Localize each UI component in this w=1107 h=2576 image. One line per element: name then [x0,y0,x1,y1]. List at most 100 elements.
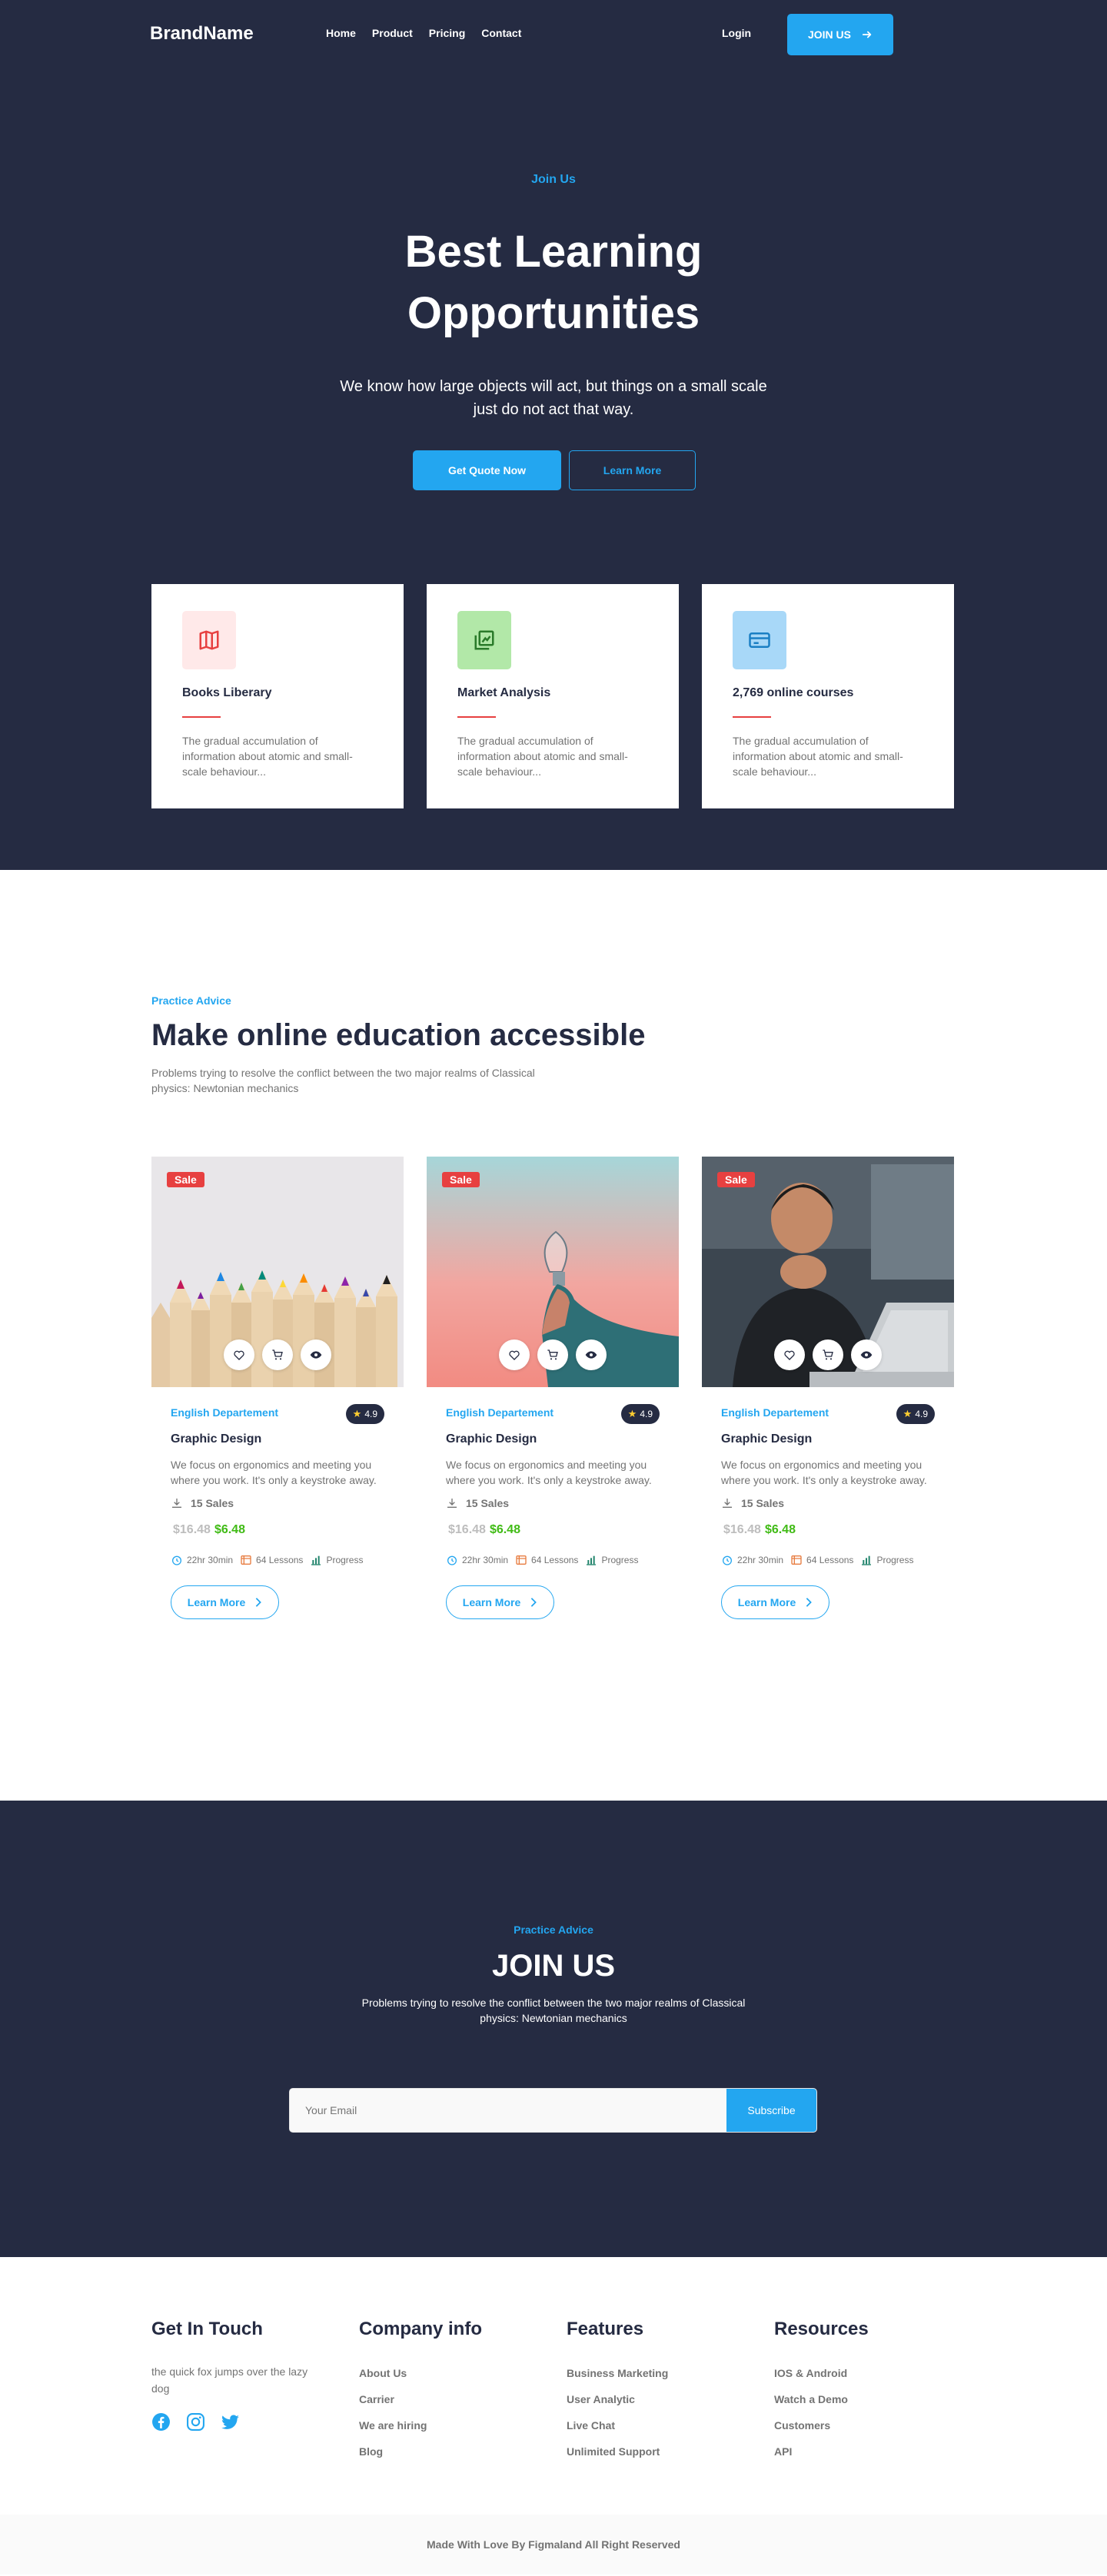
footer-company-column: Company info About Us Carrier We are hir… [359,2319,567,2472]
footer-link[interactable]: Blog [359,2446,567,2457]
footer-link[interactable]: We are hiring [359,2420,567,2431]
course-card: Sale English Departement ★ 4.9 Graphic De… [427,1157,679,1648]
footer-link[interactable]: Watch a Demo [774,2394,982,2405]
rating-badge: ★ 4.9 [345,1404,384,1424]
course-meta: 22hr 30min 64 Lessons Progress [171,1554,384,1566]
lessons-meta: 64 Lessons [240,1554,303,1566]
lessons-icon [791,1555,802,1565]
add-to-cart-button[interactable] [262,1339,293,1370]
rating-value: 4.9 [915,1409,928,1419]
main-menu: Home Product Pricing Contact [326,27,521,39]
eye-icon [585,1351,597,1359]
sale-badge: Sale [167,1172,204,1187]
lessons-icon [516,1555,527,1565]
add-to-cart-button[interactable] [537,1339,568,1370]
join-us-button[interactable]: JOIN US [787,14,893,55]
learn-more-button[interactable]: Learn More [569,450,696,490]
subscribe-button[interactable]: Subscribe [726,2089,816,2132]
footer-link[interactable]: Unlimited Support [567,2446,774,2457]
duration-text: 22hr 30min [462,1555,509,1565]
chevron-right-icon [806,1598,813,1607]
course-desc: We focus on ergonomics and meeting you w… [171,1459,377,1486]
feature-title: Market Analysis [457,686,551,699]
sales-count: 15 Sales [466,1497,510,1509]
course-title[interactable]: Graphic Design [171,1432,384,1446]
lessons-text: 64 Lessons [531,1555,579,1565]
get-quote-button[interactable]: Get Quote Now [413,450,561,490]
course-title[interactable]: Graphic Design [721,1432,935,1446]
quick-view-button[interactable] [851,1339,882,1370]
feature-divider [733,716,771,718]
duration-meta: 22hr 30min [171,1554,233,1566]
join-us-label: JOIN US [807,28,851,41]
footer-link[interactable]: API [774,2446,982,2457]
duration-text: 22hr 30min [187,1555,234,1565]
footer-columns: Get In Touch the quick fox jumps over th… [151,2319,982,2472]
feature-cards: Books Liberary The gradual accumulation … [151,584,954,808]
course-title[interactable]: Graphic Design [446,1432,660,1446]
hero-section: BrandName Home Product Pricing Contact L… [0,0,1107,870]
old-price: $16.48 [448,1523,486,1536]
course-learn-more-button[interactable]: Learn More [446,1585,554,1619]
email-input[interactable] [290,2089,726,2132]
lessons-meta: 64 Lessons [515,1554,578,1566]
nav-link-pricing[interactable]: Pricing [429,27,465,39]
feature-icon-box [457,611,511,669]
download-icon [723,1499,732,1508]
footer-link[interactable]: Live Chat [567,2420,774,2431]
footer-link[interactable]: Business Marketing [567,2368,774,2378]
twitter-icon[interactable] [221,2412,240,2432]
rating-badge: ★ 4.9 [620,1404,660,1424]
nav-link-home[interactable]: Home [326,27,356,39]
courses-kicker: Practice Advice [151,994,231,1007]
course-image[interactable]: Sale [427,1157,679,1387]
quick-view-button[interactable] [576,1339,607,1370]
quick-view-button[interactable] [301,1339,331,1370]
duration-text: 22hr 30min [737,1555,784,1565]
duration-meta: 22hr 30min [721,1554,783,1566]
progress-meta: Progress [310,1554,363,1566]
alarm-clock-icon [723,1555,732,1565]
book-icon [199,630,219,650]
footer-column-title: Resources [774,2319,869,2339]
learn-more-label: Learn More [462,1596,521,1608]
join-section: Practice Advice JOIN US Problems trying … [0,1801,1107,2257]
wishlist-button[interactable] [224,1339,254,1370]
footer-link[interactable]: Carrier [359,2394,567,2405]
join-title: JOIN US [491,1949,616,1983]
brand-logo[interactable]: BrandName [150,23,254,45]
footer-link[interactable]: About Us [359,2368,567,2378]
top-navbar: BrandName Home Product Pricing Contact L… [150,14,919,55]
wishlist-button[interactable] [499,1339,530,1370]
footer-contact-title: Get In Touch [151,2319,263,2339]
feature-card: Market Analysis The gradual accumulation… [427,584,679,808]
course-price: $16.48 $6.48 [446,1523,660,1537]
footer-link[interactable]: IOS & Android [774,2368,982,2378]
footer-link[interactable]: User Analytic [567,2394,774,2405]
footer: Get In Touch the quick fox jumps over th… [0,2257,1107,2515]
feature-title: 2,769 online courses [733,686,854,699]
chevron-right-icon [530,1598,537,1607]
footer-column-title: Features [567,2319,644,2339]
feature-title: Books Liberary [182,686,272,699]
login-link[interactable]: Login [722,27,751,39]
chevron-right-icon [255,1598,262,1607]
add-to-cart-button[interactable] [813,1339,843,1370]
wishlist-button[interactable] [774,1339,805,1370]
instagram-icon[interactable] [186,2412,205,2432]
course-learn-more-button[interactable]: Learn More [721,1585,829,1619]
hero-title: Best Learning Opportunities [404,227,703,338]
nav-link-contact[interactable]: Contact [481,27,521,39]
lessons-text: 64 Lessons [806,1555,854,1565]
cart-icon [547,1349,558,1360]
progress-chart-icon [862,1555,872,1565]
nav-link-product[interactable]: Product [372,27,413,39]
course-learn-more-button[interactable]: Learn More [171,1585,279,1619]
feature-desc: The gradual accumulation of information … [457,735,628,778]
facebook-icon[interactable] [151,2412,171,2432]
sale-badge: Sale [442,1172,480,1187]
course-sales: 15 Sales [721,1497,935,1509]
course-image[interactable]: Sale [151,1157,404,1387]
footer-link[interactable]: Customers [774,2420,982,2431]
course-image[interactable]: Sale [702,1157,954,1387]
